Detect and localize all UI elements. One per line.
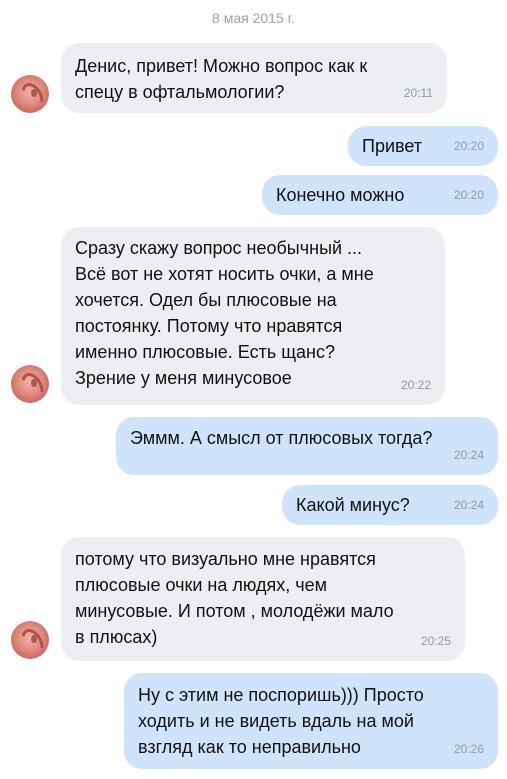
avatar-detail <box>31 379 37 387</box>
outgoing-message[interactable]: Какой минус? 20:24 <box>282 485 498 525</box>
message-text: потому что визуально мне нравятся плюсов… <box>75 549 394 647</box>
outgoing-message[interactable]: Привет 20:20 <box>348 126 498 166</box>
incoming-message[interactable]: Денис, привет! Можно вопрос как к спецу … <box>61 43 447 113</box>
message-time: 20:24 <box>453 448 484 462</box>
date-separator: 8 мая 2015 г. <box>212 10 295 26</box>
sender-avatar[interactable] <box>11 365 49 403</box>
incoming-message[interactable]: потому что визуально мне нравятся плюсов… <box>61 537 465 661</box>
sender-avatar[interactable] <box>11 75 49 113</box>
message-time: 20:20 <box>453 139 484 153</box>
avatar-detail <box>31 89 37 97</box>
message-time: 20:26 <box>453 742 484 756</box>
message-time: 20:24 <box>453 498 484 512</box>
message-text: Конечно можно <box>276 185 405 205</box>
sender-avatar[interactable] <box>11 621 49 659</box>
message-time: 20:20 <box>453 188 484 202</box>
outgoing-message[interactable]: Эммм. А смысл от плюсовых тогда? 20:24 <box>116 417 498 475</box>
message-time: 20:11 <box>403 86 433 100</box>
outgoing-message[interactable]: Ну с этим не поспоришь))) Просто ходить … <box>124 673 498 769</box>
message-time: 20:25 <box>420 634 451 648</box>
incoming-message[interactable]: Сразу скажу вопрос необычный ... Всё вот… <box>61 227 445 405</box>
message-time: 20:22 <box>400 378 431 392</box>
message-text: Эммм. А смысл от плюсовых тогда? <box>130 428 433 448</box>
message-text: Денис, привет! Можно вопрос как к спецу … <box>75 56 368 102</box>
message-text: Сразу скажу вопрос необычный ... Всё вот… <box>75 238 374 388</box>
message-text: Ну с этим не поспоришь))) Просто ходить … <box>138 685 424 757</box>
avatar-detail <box>31 635 37 643</box>
outgoing-message[interactable]: Конечно можно 20:20 <box>262 175 498 215</box>
